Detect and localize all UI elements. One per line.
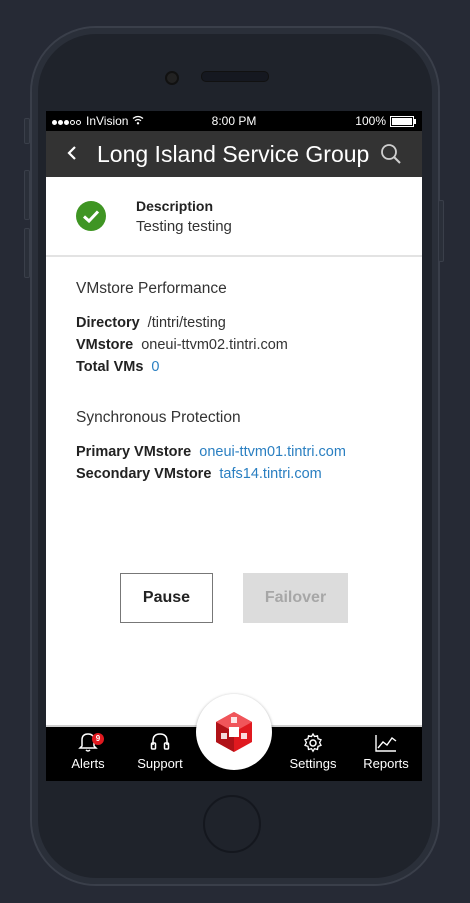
- check-circle-icon: [76, 201, 106, 231]
- search-icon[interactable]: [380, 143, 402, 165]
- vmstore-performance-heading: VMstore Performance: [76, 280, 227, 297]
- vmstore-value: oneui-ttvm02.tintri.com: [141, 337, 288, 353]
- description-value: Testing testing: [136, 218, 232, 235]
- status-bar: InVision 8:00 PM 100%: [46, 111, 422, 131]
- description-label: Description: [136, 198, 214, 214]
- line-chart-icon: [356, 727, 416, 753]
- tab-settings-label: Settings: [289, 756, 337, 771]
- status-right: 100%: [355, 114, 416, 128]
- primary-vmstore-link[interactable]: oneui-ttvm01.tintri.com: [199, 444, 346, 460]
- alerts-badge: 9: [92, 733, 104, 745]
- description-row: Description Testing testing: [46, 177, 422, 257]
- tintri-logo-button[interactable]: [196, 694, 272, 770]
- pause-button[interactable]: Pause: [120, 573, 213, 623]
- home-button[interactable]: [203, 795, 261, 853]
- volume-down-button: [24, 228, 30, 278]
- tab-support-label: Support: [137, 756, 183, 771]
- tab-support[interactable]: Support: [130, 727, 190, 781]
- primary-vmstore-label: Primary VMstore: [76, 444, 192, 460]
- battery-percent: 100%: [355, 114, 386, 128]
- gear-icon: [282, 727, 344, 753]
- total-vms-link[interactable]: 0: [151, 359, 159, 375]
- headset-icon: [130, 727, 190, 753]
- primary-vmstore-row: Primary VMstore oneui-ttvm01.tintri.com: [76, 444, 346, 460]
- vmstore-row: VMstore oneui-ttvm02.tintri.com: [76, 337, 288, 353]
- tab-alerts[interactable]: 9 Alerts: [60, 727, 116, 781]
- synchronous-protection-heading: Synchronous Protection: [76, 409, 241, 426]
- bell-icon: [60, 727, 116, 753]
- secondary-vmstore-row: Secondary VMstore tafs14.tintri.com: [76, 466, 322, 482]
- battery-icon: [390, 115, 416, 127]
- tab-settings[interactable]: Settings: [282, 727, 344, 781]
- vmstore-label: VMstore: [76, 337, 134, 353]
- front-camera: [165, 71, 179, 85]
- directory-row: Directory/tintri/testing: [76, 315, 226, 331]
- app-screen: InVision 8:00 PM 100% Long Island Servic…: [46, 111, 422, 781]
- page-title: Long Island Service Group: [97, 141, 370, 167]
- directory-label: Directory: [76, 315, 140, 331]
- volume-up-button: [24, 170, 30, 220]
- failover-button[interactable]: Failover: [243, 573, 348, 623]
- secondary-vmstore-label: Secondary VMstore: [76, 466, 212, 482]
- power-button: [438, 200, 444, 262]
- mute-switch: [24, 118, 30, 144]
- tab-reports-label: Reports: [363, 756, 409, 771]
- directory-value: /tintri/testing: [147, 315, 226, 331]
- total-vms-label: Total VMs: [76, 359, 144, 375]
- nav-bar: Long Island Service Group: [46, 131, 422, 177]
- chevron-left-icon[interactable]: [66, 143, 78, 167]
- secondary-vmstore-link[interactable]: tafs14.tintri.com: [219, 466, 321, 482]
- tintri-logo-icon: [216, 712, 252, 752]
- tab-alerts-label: Alerts: [71, 756, 105, 771]
- earpiece-speaker: [201, 71, 269, 82]
- total-vms-row: Total VMs 0: [76, 359, 159, 375]
- tab-reports[interactable]: Reports: [356, 727, 416, 781]
